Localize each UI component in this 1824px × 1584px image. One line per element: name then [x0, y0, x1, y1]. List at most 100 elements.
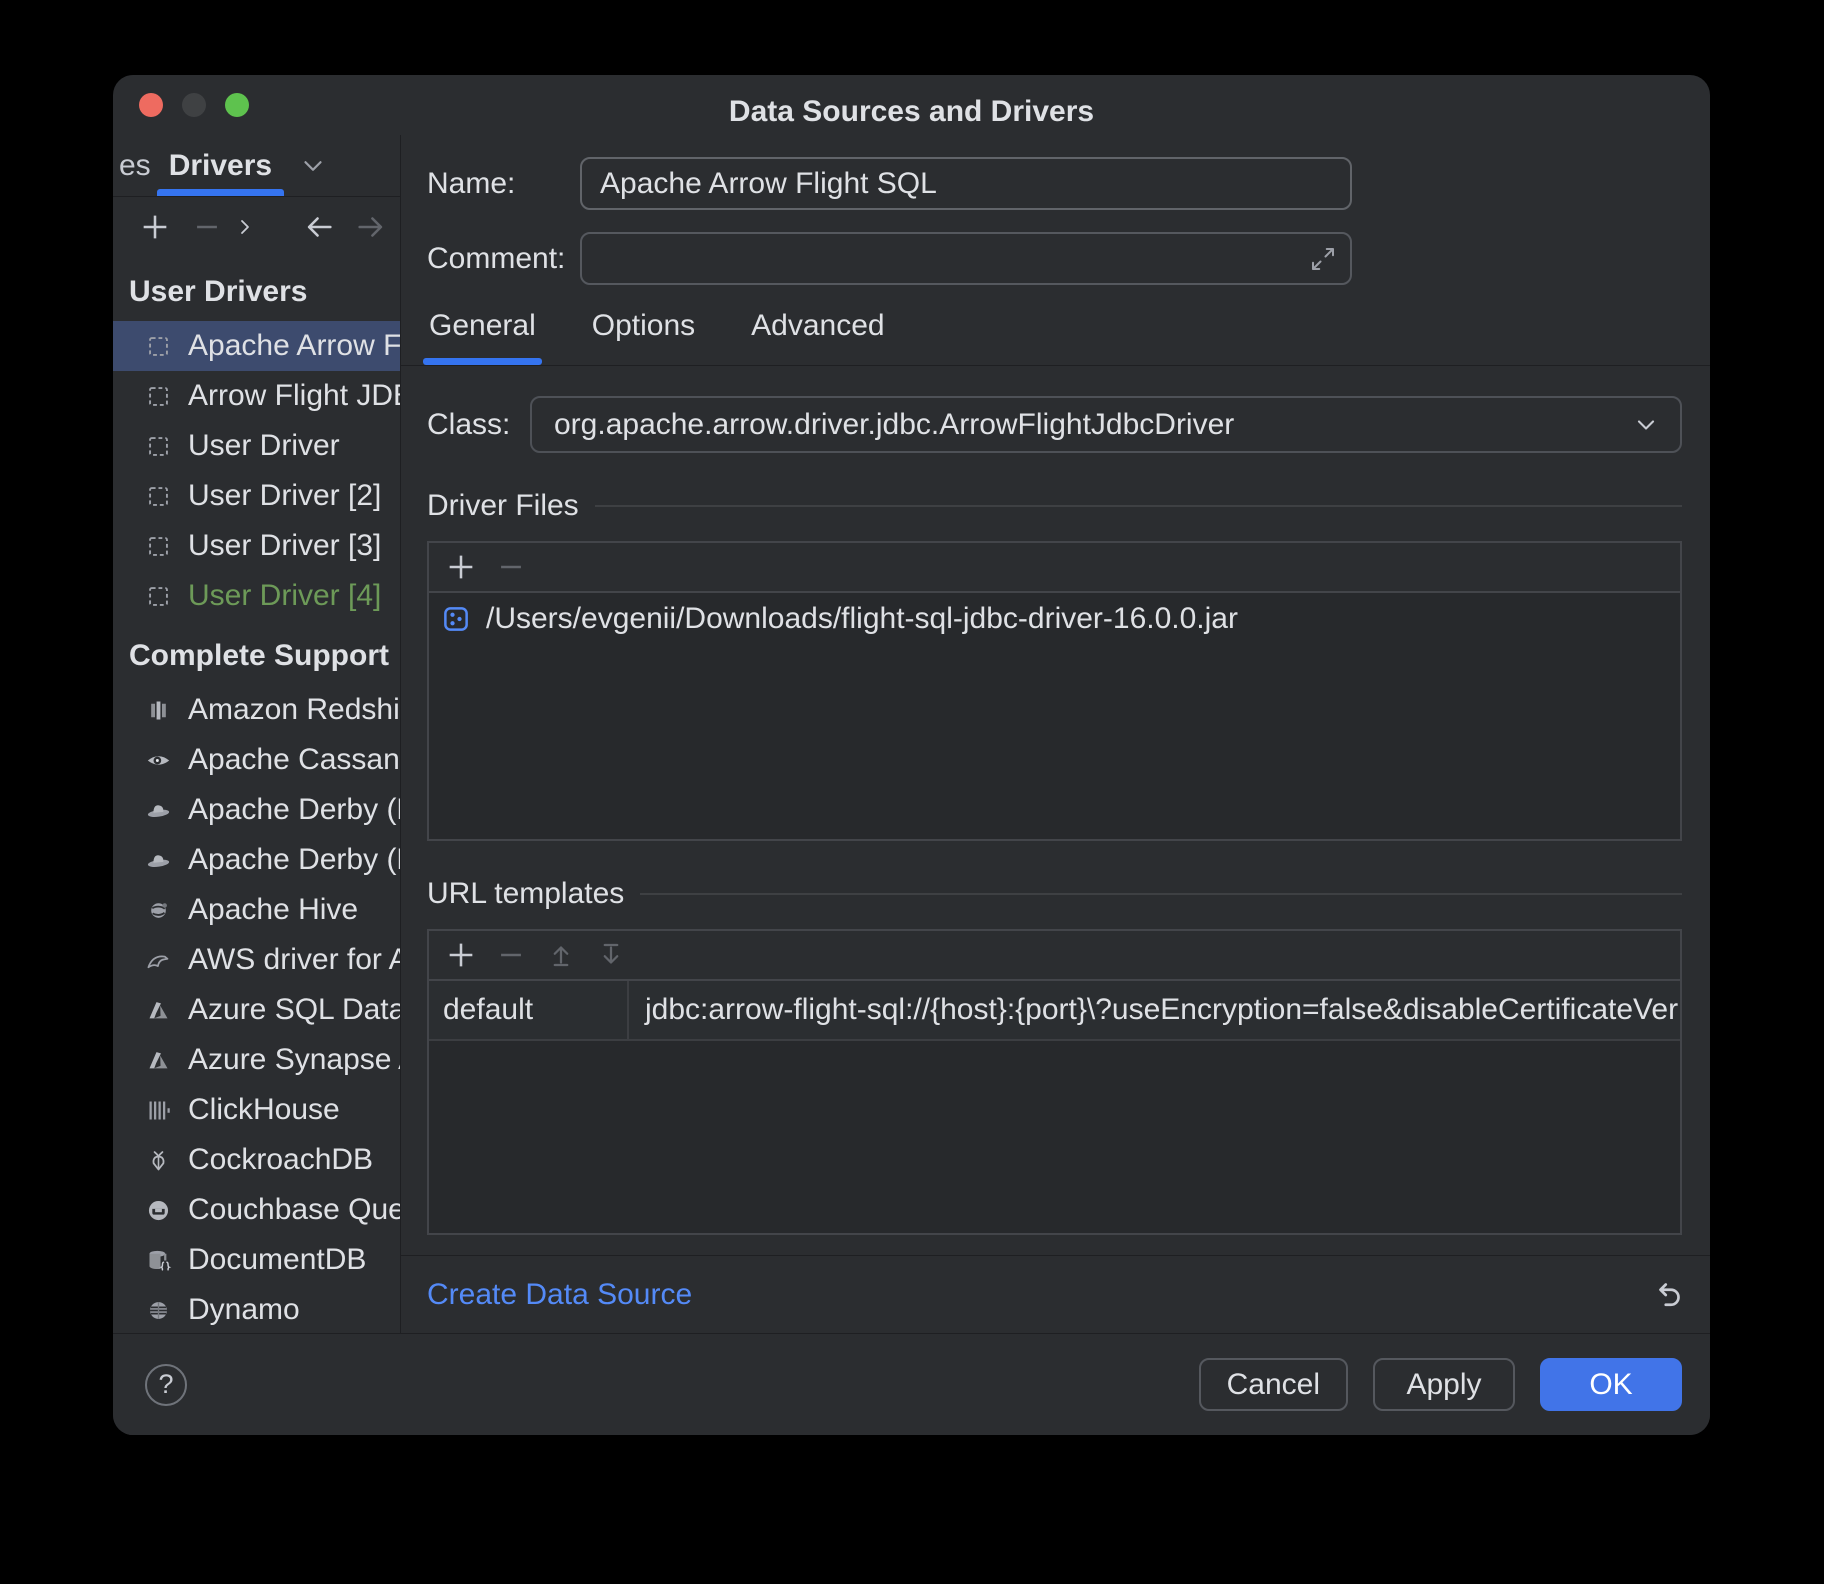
sidebar-item-apache-cassandr[interactable]: Apache Cassandr	[113, 735, 400, 785]
sidebar-item-dynamo[interactable]: Dynamo	[113, 1285, 400, 1333]
divider	[595, 505, 1682, 507]
tab-options[interactable]: Options	[590, 299, 697, 365]
user-driver-icon	[145, 433, 172, 460]
chevron-down-icon[interactable]	[298, 151, 328, 181]
url-template-name[interactable]: default	[429, 981, 629, 1039]
undo-icon[interactable]	[1650, 1277, 1686, 1313]
form-tab-bar: General Options Advanced	[401, 299, 1710, 366]
sidebar-item-user-driver-3[interactable]: User Driver [3]	[113, 521, 400, 571]
chevron-right-icon[interactable]	[223, 205, 267, 249]
sidebar-toolbar	[113, 197, 400, 257]
remove-template-button[interactable]	[489, 933, 533, 977]
back-button[interactable]	[297, 205, 341, 249]
tab-drivers-underline	[157, 189, 284, 196]
user-driver-icon	[145, 383, 172, 410]
driver-files-box: /Users/evgenii/Downloads/flight-sql-jdbc…	[427, 541, 1682, 841]
close-window-button[interactable]	[139, 93, 163, 117]
sidebar-item-user-driver-4[interactable]: User Driver [4]	[113, 571, 400, 621]
complete-support-list: Amazon Redshift Apache Cassandr Apache D…	[113, 685, 400, 1333]
hive-icon	[145, 897, 172, 924]
tab-data-sources-clipped[interactable]: es	[119, 135, 155, 196]
section-header-user-drivers: User Drivers	[113, 265, 400, 321]
sidebar-item-apache-arrow-fli[interactable]: Apache Arrow Fli	[113, 321, 400, 371]
apply-button[interactable]: Apply	[1373, 1358, 1515, 1411]
cockroach-icon	[145, 1147, 172, 1174]
cassandra-icon	[145, 747, 172, 774]
sidebar-item-user-driver[interactable]: User Driver	[113, 421, 400, 471]
titlebar: Data Sources and Drivers	[113, 75, 1710, 135]
couchbase-icon	[145, 1197, 172, 1224]
driver-file-row[interactable]: /Users/evgenii/Downloads/flight-sql-jdbc…	[429, 593, 1680, 645]
sidebar-item-documentdb[interactable]: DocumentDB	[113, 1235, 400, 1285]
add-driver-button[interactable]	[133, 205, 177, 249]
sidebar-item-user-driver-2[interactable]: User Driver [2]	[113, 471, 400, 521]
user-driver-icon	[145, 533, 172, 560]
url-templates-title: URL templates	[427, 877, 624, 911]
class-select[interactable]: org.apache.arrow.driver.jdbc.ArrowFlight…	[530, 396, 1682, 453]
clickhouse-icon	[145, 1097, 172, 1124]
dialog-footer: ? Cancel Apply OK	[113, 1333, 1710, 1435]
chevron-down-icon	[1632, 411, 1660, 439]
driver-detail-panel: Name: Comment: General Options	[401, 135, 1710, 1333]
derby-icon	[145, 847, 172, 874]
driver-files-title: Driver Files	[427, 489, 579, 523]
sidebar: es Drivers User Drivers	[113, 135, 401, 1333]
derby-icon	[145, 797, 172, 824]
divider	[640, 893, 1682, 895]
sidebar-item-azure-sql-datab[interactable]: Azure SQL Datab	[113, 985, 400, 1035]
user-drivers-list: Apache Arrow Fli Arrow Flight JDB User D…	[113, 321, 400, 621]
sidebar-item-apache-derby-r[interactable]: Apache Derby (R	[113, 835, 400, 885]
forward-button[interactable]	[349, 205, 393, 249]
url-template-value[interactable]: jdbc:arrow-flight-sql://{host}:{port}\?u…	[629, 981, 1680, 1039]
sidebar-item-arrow-flight-jdb[interactable]: Arrow Flight JDB	[113, 371, 400, 421]
sidebar-item-couchbase-query[interactable]: Couchbase Query	[113, 1185, 400, 1235]
driver-files-toolbar	[429, 543, 1680, 593]
tab-advanced[interactable]: Advanced	[749, 299, 886, 365]
sidebar-item-cockroachdb[interactable]: CockroachDB	[113, 1135, 400, 1185]
expand-icon[interactable]	[1308, 244, 1338, 274]
class-label: Class:	[427, 408, 530, 442]
url-templates-toolbar	[429, 931, 1680, 981]
add-file-button[interactable]	[439, 545, 483, 589]
user-driver-icon	[145, 483, 172, 510]
add-template-button[interactable]	[439, 933, 483, 977]
tab-general[interactable]: General	[427, 299, 538, 365]
move-down-button[interactable]	[589, 933, 633, 977]
traffic-lights	[139, 93, 249, 117]
ok-button[interactable]: OK	[1540, 1358, 1682, 1411]
aws-mysql-icon	[145, 947, 172, 974]
minimize-window-button[interactable]	[182, 93, 206, 117]
help-button[interactable]: ?	[145, 1364, 187, 1406]
user-driver-icon	[145, 333, 172, 360]
user-driver-icon	[145, 583, 172, 610]
cancel-button[interactable]: Cancel	[1199, 1358, 1348, 1411]
dialog-title: Data Sources and Drivers	[729, 95, 1094, 129]
sidebar-item-amazon-redshift[interactable]: Amazon Redshift	[113, 685, 400, 735]
comment-input[interactable]	[580, 232, 1352, 285]
driver-file-path: /Users/evgenii/Downloads/flight-sql-jdbc…	[486, 602, 1238, 636]
url-template-row[interactable]: default jdbc:arrow-flight-sql://{host}:{…	[429, 981, 1680, 1041]
redshift-icon	[145, 697, 172, 724]
create-data-source-link[interactable]: Create Data Source	[427, 1278, 692, 1312]
dynamo-icon	[145, 1297, 172, 1324]
data-sources-dialog: Data Sources and Drivers es Drivers Use	[113, 75, 1710, 1435]
url-templates-box: default jdbc:arrow-flight-sql://{host}:{…	[427, 929, 1682, 1235]
remove-file-button[interactable]	[489, 545, 533, 589]
azure-icon	[145, 1047, 172, 1074]
sidebar-item-clickhouse[interactable]: ClickHouse	[113, 1085, 400, 1135]
section-header-complete-support: Complete Support	[113, 621, 400, 685]
driver-list: User Drivers Apache Arrow Fli Arrow Flig…	[113, 257, 400, 1333]
name-input[interactable]	[580, 157, 1352, 210]
tab-drivers[interactable]: Drivers	[155, 135, 286, 196]
sidebar-tab-bar: es Drivers	[113, 135, 400, 197]
documentdb-icon	[145, 1247, 172, 1274]
sidebar-item-azure-synapse-a[interactable]: Azure Synapse A	[113, 1035, 400, 1085]
zoom-window-button[interactable]	[225, 93, 249, 117]
move-up-button[interactable]	[539, 933, 583, 977]
name-label: Name:	[427, 167, 580, 201]
sidebar-item-apache-derby-e[interactable]: Apache Derby (E	[113, 785, 400, 835]
sidebar-item-apache-hive[interactable]: Apache Hive	[113, 885, 400, 935]
jar-icon	[441, 604, 471, 634]
sidebar-item-aws-driver-for-au[interactable]: AWS driver for Au	[113, 935, 400, 985]
azure-icon	[145, 997, 172, 1024]
